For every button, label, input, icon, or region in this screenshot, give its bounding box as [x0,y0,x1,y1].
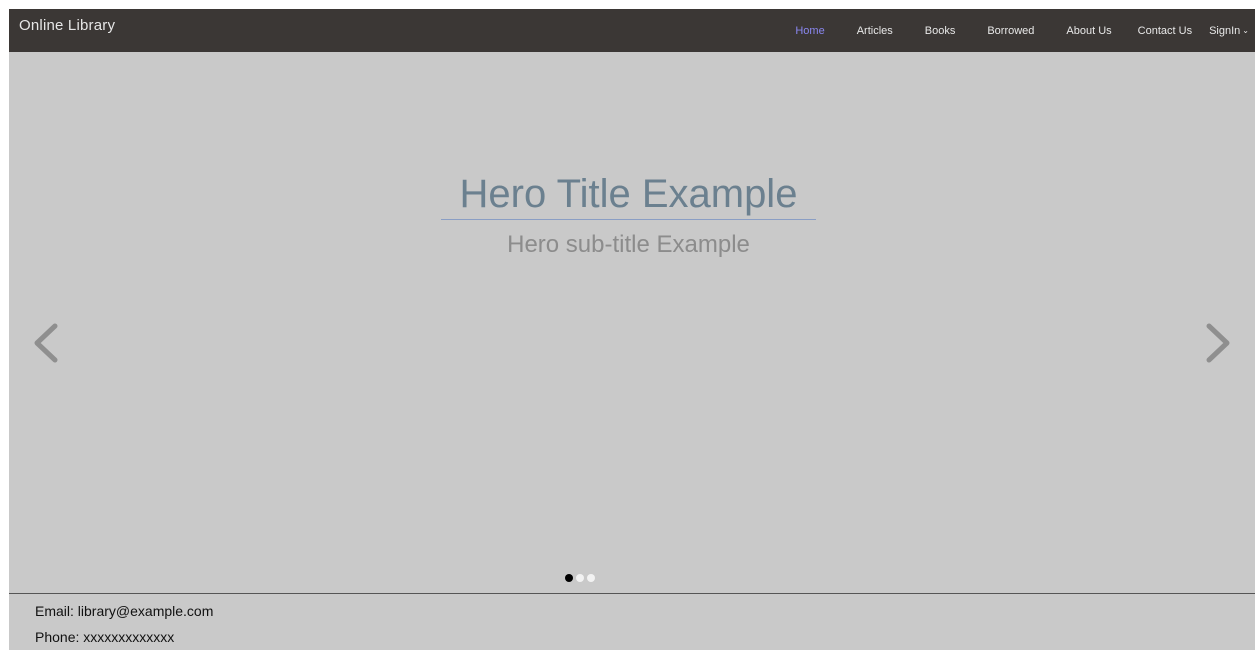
carousel-dot-3[interactable] [587,574,595,582]
hero-carousel: Hero Title Example Hero sub-title Exampl… [9,52,1255,593]
carousel-next-button[interactable] [1195,318,1235,368]
nav-links: Home Articles Books Borrowed About Us Co… [763,9,1249,52]
signin-dropdown[interactable]: SignIn ⌄ [1209,25,1249,37]
nav-link-home[interactable]: Home [795,25,824,37]
brand-logo-text[interactable]: Online Library [19,17,115,34]
footer-email: Email: library@example.com [35,603,214,619]
carousel-indicators [565,574,598,582]
footer-phone: Phone: xxxxxxxxxxxxx [35,629,175,645]
hero-subtitle: Hero sub-title Example [507,231,750,258]
carousel-dot-2[interactable] [576,574,584,582]
nav-link-borrowed[interactable]: Borrowed [987,25,1034,37]
top-navbar: Online Library Home Articles Books Borro… [9,9,1255,52]
hero-title: Hero Title Example [441,170,816,220]
nav-link-articles[interactable]: Articles [857,25,893,37]
nav-link-contact-us[interactable]: Contact Us [1138,25,1192,37]
nav-link-about-us[interactable]: About Us [1066,25,1111,37]
carousel-prev-button[interactable] [29,318,69,368]
carousel-dot-1[interactable] [565,574,573,582]
footer: Email: library@example.com Phone: xxxxxx… [9,593,1255,650]
signin-label: SignIn [1209,24,1241,37]
nav-link-books[interactable]: Books [925,25,956,37]
chevron-down-icon: ⌄ [1242,25,1249,35]
chevron-right-icon [1206,323,1230,363]
chevron-left-icon [34,323,58,363]
page-frame: Online Library Home Articles Books Borro… [9,9,1255,650]
